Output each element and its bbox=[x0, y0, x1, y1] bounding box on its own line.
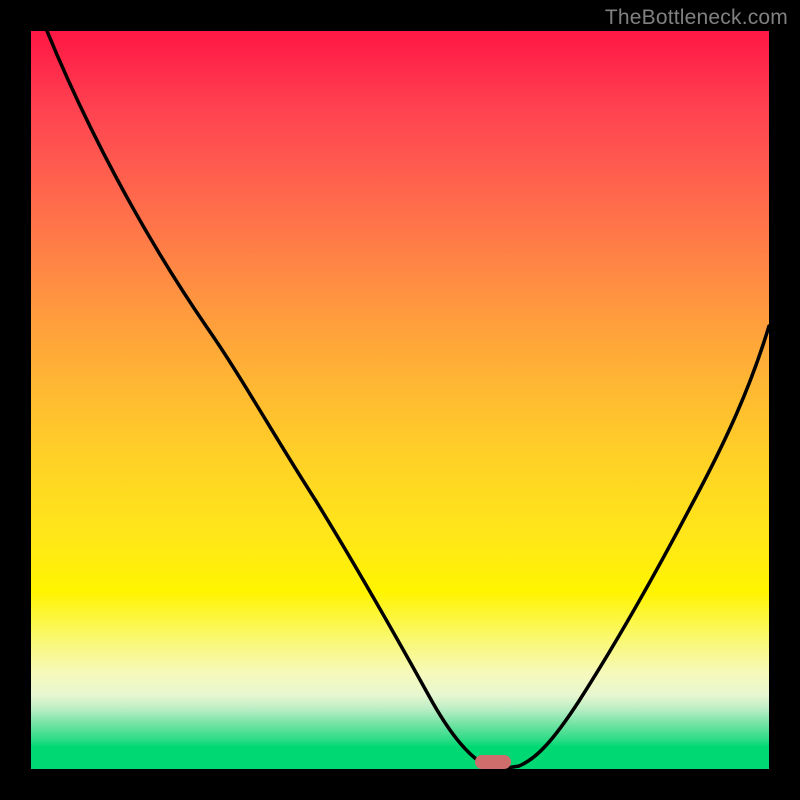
chart-frame: TheBottleneck.com bbox=[0, 0, 800, 800]
watermark-text: TheBottleneck.com bbox=[605, 6, 788, 30]
optimal-marker bbox=[475, 755, 511, 769]
bottleneck-curve bbox=[31, 31, 769, 769]
